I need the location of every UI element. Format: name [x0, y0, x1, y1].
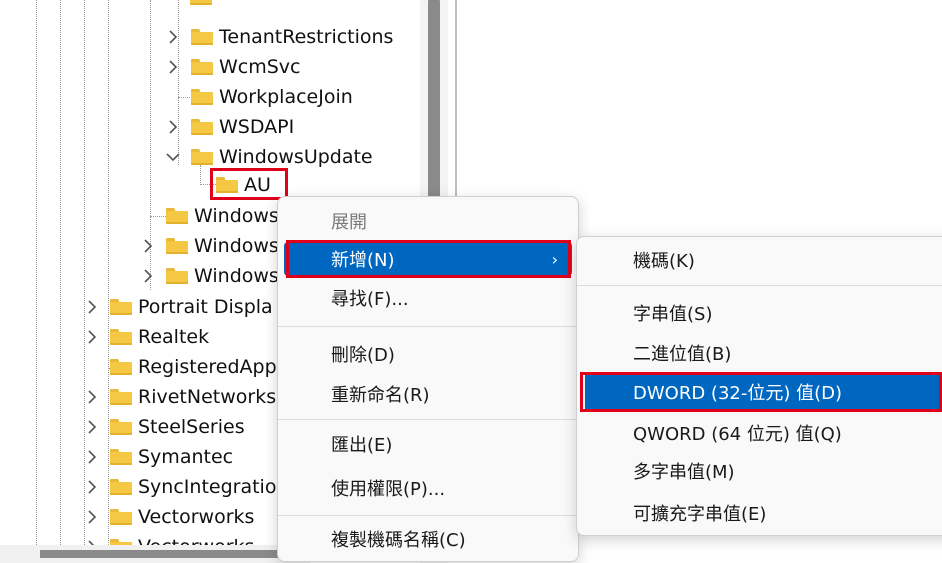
folder-icon: [110, 359, 132, 375]
folder-icon: [191, 119, 213, 135]
vertical-scrollbar-thumb[interactable]: [428, 0, 440, 200]
folder-icon: [110, 389, 132, 405]
folder-icon: [191, 89, 213, 105]
menu-item-delete[interactable]: 刪除(D): [284, 337, 572, 371]
menu-item-expand[interactable]: 展開: [284, 204, 572, 238]
tree-item[interactable]: TenantRestrictions: [165, 22, 393, 52]
tree-item[interactable]: Windows: [166, 201, 279, 231]
tree-item-label: TenantRestrictions: [219, 26, 394, 48]
chevron-right-icon[interactable]: [84, 382, 100, 412]
folder-icon: [191, 149, 213, 165]
tree-item[interactable]: Windows: [140, 231, 279, 261]
folder-icon: [190, 0, 212, 5]
tree-item-label: RivetNetworks: [138, 386, 277, 408]
chevron-right-icon[interactable]: [165, 112, 181, 142]
folder-icon: [166, 238, 188, 254]
tree-item[interactable]: Windows: [140, 261, 279, 291]
tree-item-label: Windows: [194, 235, 279, 257]
chevron-right-icon[interactable]: [84, 322, 100, 352]
submenu-item-binary-value[interactable]: 二進位值(B): [583, 336, 942, 370]
tree-item[interactable]: RegisteredApp: [110, 352, 277, 382]
folder-icon: [110, 329, 132, 345]
tree-item[interactable]: SteelSeries: [84, 412, 245, 442]
tree-item-label: Windows: [194, 205, 279, 227]
tree-item[interactable]: Portrait Displa: [84, 292, 273, 322]
menu-separator: [278, 326, 578, 327]
tree-item[interactable]: WorkplaceJoin: [191, 82, 353, 112]
tree-item[interactable]: Realtek: [84, 322, 209, 352]
chevron-right-icon[interactable]: [84, 472, 100, 502]
folder-icon: [166, 268, 188, 284]
menu-item-copy-key-name[interactable]: 複製機碼名稱(C): [284, 522, 572, 556]
tree-item-label: WcmSvc: [219, 56, 301, 78]
tree-item-label: WSDAPI: [219, 116, 295, 138]
pane-divider[interactable]: [455, 0, 457, 200]
tree-item[interactable]: Vectorworks: [84, 502, 254, 532]
menu-item-export[interactable]: 匯出(E): [284, 427, 572, 461]
folder-icon: [191, 29, 213, 45]
tree-guide-line: [150, 216, 166, 217]
chevron-right-icon[interactable]: [140, 261, 156, 291]
chevron-right-icon[interactable]: [140, 231, 156, 261]
dword-highlight-box: [580, 372, 942, 412]
folder-icon: [166, 208, 188, 224]
submenu-item-key[interactable]: 機碼(K): [583, 243, 942, 277]
tree-item-label: Windows: [194, 265, 279, 287]
tree-item[interactable]: RivetNetworks: [84, 382, 276, 412]
new-highlight-box: [286, 240, 571, 278]
submenu-item-string-value[interactable]: 字串值(S): [583, 296, 942, 330]
folder-icon: [191, 59, 213, 75]
horizontal-scrollbar-thumb[interactable]: [40, 550, 280, 558]
folder-icon: [110, 509, 132, 525]
tree-item-label: RegisteredApp: [138, 356, 277, 378]
tree-guide-line: [60, 0, 61, 563]
menu-separator: [577, 285, 942, 286]
chevron-right-icon[interactable]: [84, 292, 100, 322]
chevron-right-icon[interactable]: [84, 412, 100, 442]
tree-item[interactable]: WcmSvc: [165, 52, 301, 82]
chevron-right-icon[interactable]: [84, 502, 100, 532]
menu-item-rename[interactable]: 重新命名(R): [284, 377, 572, 411]
tree-item-label: WindowsUpdate: [219, 146, 373, 168]
folder-icon: [110, 449, 132, 465]
tree-item-label: Portrait Displa: [138, 296, 273, 318]
submenu-item-expandable-string-value[interactable]: 可擴充字串值(E): [583, 496, 942, 530]
tree-item-label: Realtek: [138, 326, 210, 348]
folder-icon: [110, 299, 132, 315]
folder-icon: [110, 419, 132, 435]
submenu-item-multi-string-value[interactable]: 多字串值(M): [583, 454, 942, 488]
folder-icon: [110, 479, 132, 495]
tree-item-label: Vectorworks: [138, 506, 255, 528]
menu-item-permissions[interactable]: 使用權限(P)...: [284, 471, 572, 505]
tree-item-label: SyncIntegratio: [138, 476, 277, 498]
tree-item[interactable]: SyncIntegratio: [84, 472, 276, 502]
chevron-down-icon[interactable]: [165, 142, 181, 172]
tree-item-partial: [190, 0, 218, 12]
tree-item-label: SteelSeries: [138, 416, 245, 438]
tree-guide-line: [36, 0, 37, 563]
tree-item[interactable]: WSDAPI: [165, 112, 294, 142]
menu-item-find[interactable]: 尋找(F)...: [284, 281, 572, 315]
au-highlight-box: [210, 168, 288, 200]
tree-item-label: Symantec: [138, 446, 234, 468]
chevron-right-icon[interactable]: [165, 52, 181, 82]
submenu-item-qword-value[interactable]: QWORD (64 位元) 值(Q): [583, 416, 942, 450]
chevron-right-icon[interactable]: [84, 442, 100, 472]
tree-item[interactable]: Symantec: [84, 442, 233, 472]
menu-separator: [278, 419, 578, 420]
tree-item-label: WorkplaceJoin: [219, 86, 353, 108]
chevron-right-icon[interactable]: [165, 22, 181, 52]
menu-separator: [278, 515, 578, 516]
